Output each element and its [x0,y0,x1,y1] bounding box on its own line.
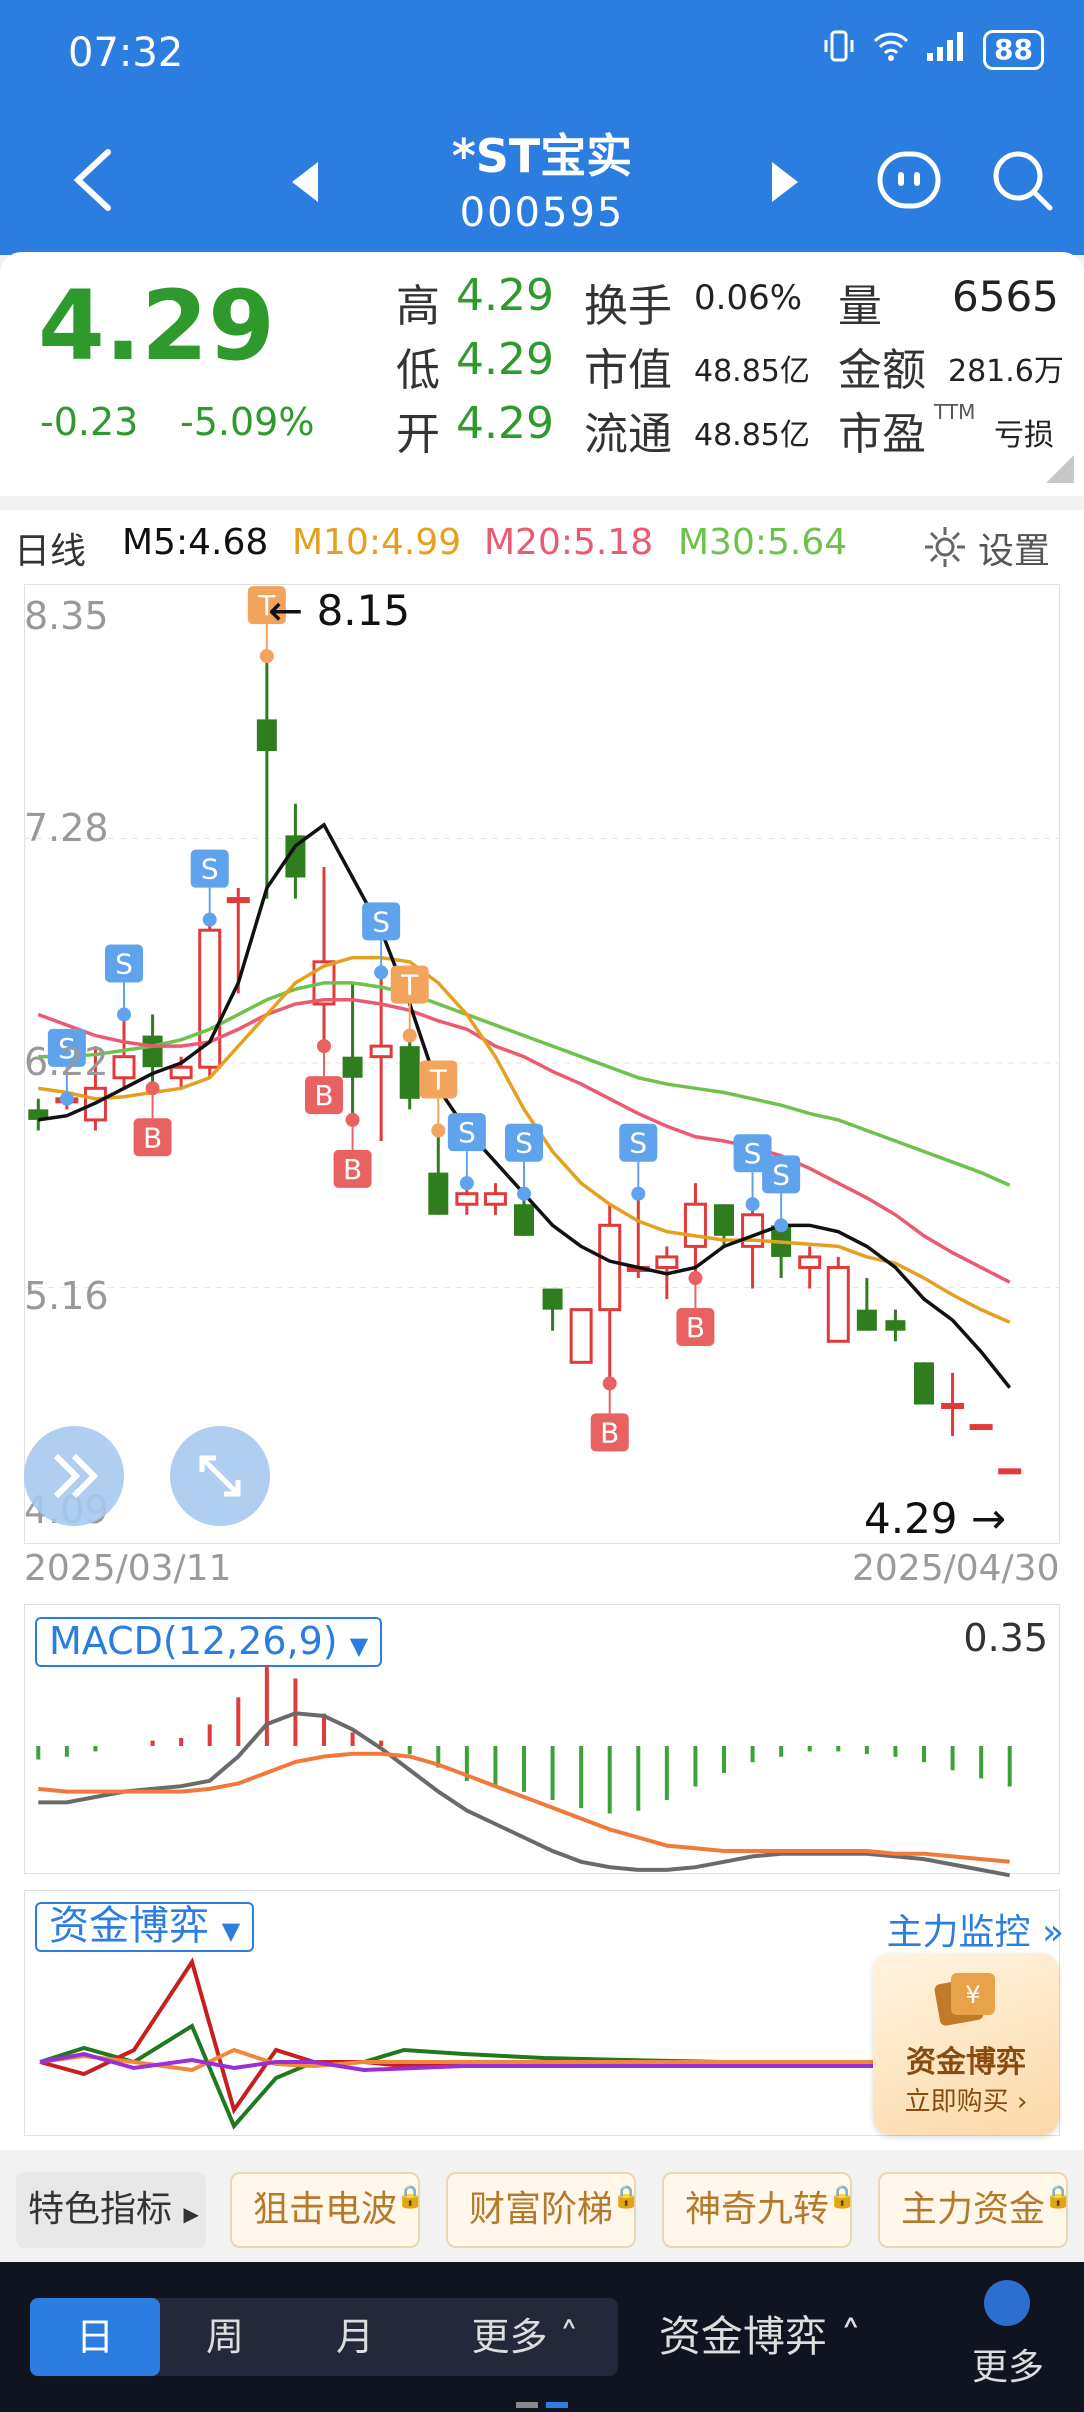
double-chevron-right-icon: » [1041,1912,1064,1953]
chevron-up-icon: ˄ [559,2315,579,2359]
feature-item-3[interactable]: 主力资金 🔒 [878,2172,1072,2248]
feature-item-0[interactable]: 狙击电波 🔒 [230,2172,424,2248]
tab-more[interactable]: 更多 ˄ [440,2298,610,2376]
tab-more-label: 更多 [471,2315,548,2359]
promo-cta[interactable]: 立即购买 › [873,2081,1059,2118]
fund-label: 资金博弈 [49,1903,209,1949]
fund-game-menu[interactable]: 资金博弈 ˄ [640,2298,880,2376]
promo-card[interactable]: ¥ 资金博弈 立即购买 › [873,1953,1059,2135]
feature-item-label: 主力资金 [900,2189,1045,2230]
feature-first-label: 特色指标 [28,2189,173,2230]
feature-special-indicators[interactable]: 特色指标 ▶ [16,2172,206,2248]
promo-title: 资金博弈 [906,2045,1026,2080]
lock-icon: 🔒 [612,2185,640,2210]
promo-cta-label: 立即购买 [904,2087,1009,2117]
fund-game-label: 资金博弈 [658,2312,827,2361]
macd-chart [36,1665,1012,1878]
feature-item-label: 财富阶梯 [468,2189,613,2230]
feature-item-label: 狙击电波 [252,2189,397,2230]
svg-text:¥: ¥ [965,1981,980,2009]
more-dot-icon[interactable] [984,2280,1030,2326]
fund-selector[interactable]: 资金博弈 ▼ [35,1902,255,1952]
tab-week[interactable]: 周 [160,2298,290,2376]
lock-icon: 🔒 [828,2185,856,2210]
more-label[interactable]: 更多 [972,2338,1044,2390]
money-card-icon: ¥ [934,1973,995,2026]
chevron-right-icon: › [1016,2087,1028,2117]
triangle-right-icon: ▶ [183,2202,199,2226]
tab-day[interactable]: 日 [30,2298,160,2376]
page-indicator-dot [516,2402,538,2408]
feature-item-label: 神奇九转 [684,2189,829,2230]
feature-item-2[interactable]: 神奇九转 🔒 [662,2172,856,2248]
app-root: 07:32 88 *ST宝实 000595 4.29 -0.23 -5.09% … [0,0,1084,2412]
page-indicator-dot-active [546,2402,568,2408]
main-monitor-link[interactable]: 主力监控 » [887,1903,1065,1955]
lock-icon: 🔒 [1044,2185,1072,2210]
dropdown-triangle-icon: ▼ [221,1917,241,1945]
tab-month[interactable]: 月 [290,2298,420,2376]
feature-item-1[interactable]: 财富阶梯 🔒 [446,2172,640,2248]
chevron-up-icon: ˄ [840,2312,862,2361]
fund-lines-chart [39,1957,874,2130]
lock-icon: 🔒 [396,2185,424,2210]
monitor-label: 主力监控 [886,1912,1031,1953]
